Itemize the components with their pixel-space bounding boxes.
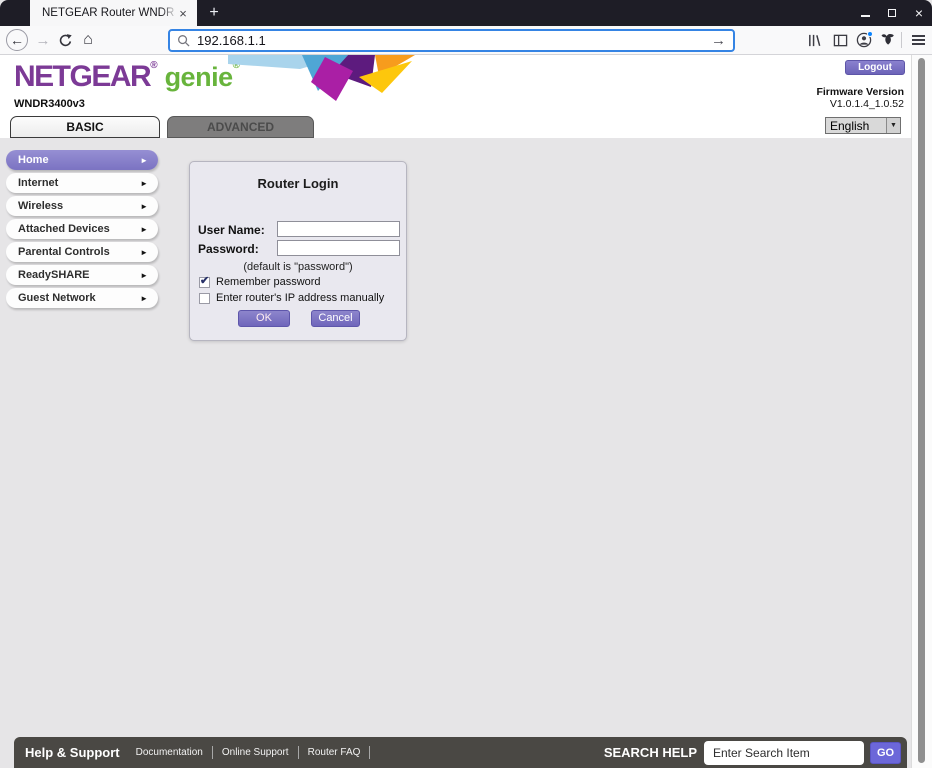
ok-button[interactable]: OK bbox=[238, 310, 290, 327]
browser-tab-bar: NETGEAR Router WNDR340 × + × bbox=[0, 0, 932, 26]
tab-title: NETGEAR Router WNDR340 bbox=[42, 7, 175, 19]
panel-title: Router Login bbox=[190, 176, 406, 191]
browser-tab[interactable]: NETGEAR Router WNDR340 × bbox=[30, 0, 197, 26]
minimize-icon[interactable] bbox=[858, 6, 872, 20]
arrow-right-icon: ► bbox=[140, 202, 148, 211]
sidebar-item-guest-network[interactable]: Guest Network ► bbox=[6, 288, 158, 308]
sidebar-item-home[interactable]: Home ► bbox=[6, 150, 158, 170]
sidebar-item-internet[interactable]: Internet ► bbox=[6, 173, 158, 193]
sidebar-toggle-icon[interactable] bbox=[829, 26, 851, 54]
link-router-faq[interactable]: Router FAQ bbox=[308, 747, 361, 758]
new-tab-button[interactable]: + bbox=[204, 3, 224, 23]
reload-icon[interactable] bbox=[55, 26, 75, 54]
footer-link-divider bbox=[212, 746, 213, 759]
forward-icon[interactable]: → bbox=[33, 26, 53, 54]
manual-ip-label: Enter router's IP address manually bbox=[216, 292, 384, 304]
remember-password-label: Remember password bbox=[216, 276, 321, 288]
firmware-info: Firmware Version V1.0.1.4_1.0.52 bbox=[816, 86, 904, 110]
account-icon[interactable] bbox=[853, 26, 875, 54]
header-decoration-triangles bbox=[228, 55, 418, 103]
maximize-icon[interactable] bbox=[885, 6, 899, 20]
back-button[interactable]: ← bbox=[5, 26, 29, 54]
tab-advanced[interactable]: ADVANCED bbox=[167, 116, 314, 138]
scrollbar-track[interactable] bbox=[911, 55, 932, 768]
browser-toolbar: ← → ⌂ 192.168.1.1 → bbox=[0, 26, 932, 55]
arrow-right-icon: ► bbox=[140, 179, 148, 188]
url-bar[interactable]: 192.168.1.1 → bbox=[168, 29, 735, 52]
go-button[interactable]: GO bbox=[870, 742, 901, 764]
logout-button[interactable]: Logout bbox=[845, 60, 905, 75]
link-online-support[interactable]: Online Support bbox=[222, 747, 289, 758]
cancel-button[interactable]: Cancel bbox=[311, 310, 360, 327]
arrow-right-icon: ► bbox=[140, 294, 148, 303]
sidebar-item-readyshare[interactable]: ReadySHARE ► bbox=[6, 265, 158, 285]
arrow-right-icon: ► bbox=[140, 271, 148, 280]
footer-links: Documentation Online Support Router FAQ bbox=[136, 746, 371, 759]
page-content: Home ► Internet ► Wireless ► Attached De… bbox=[0, 138, 911, 768]
scrollbar-thumb[interactable] bbox=[918, 58, 925, 763]
go-arrow-icon[interactable]: → bbox=[711, 32, 726, 49]
page-viewport: NETGEAR®genie® WNDR3400v3 Logout Firmwar… bbox=[0, 55, 911, 768]
mode-tab-row: BASIC ADVANCED English ▼ bbox=[0, 115, 911, 138]
netgear-logo-text: NETGEAR® bbox=[14, 60, 158, 93]
arrow-right-icon: ► bbox=[140, 156, 148, 165]
help-search-input[interactable] bbox=[704, 741, 864, 765]
library-icon[interactable] bbox=[803, 26, 825, 54]
sidebar-menu: Home ► Internet ► Wireless ► Attached De… bbox=[6, 150, 158, 308]
remember-password-checkbox[interactable]: ✔ bbox=[199, 277, 210, 288]
username-label: User Name: bbox=[198, 223, 265, 237]
account-notification-dot bbox=[867, 31, 873, 37]
home-icon[interactable]: ⌂ bbox=[78, 26, 98, 54]
search-help-label: SEARCH HELP bbox=[604, 745, 697, 760]
password-label: Password: bbox=[198, 242, 259, 256]
tab-close-icon[interactable]: × bbox=[175, 6, 191, 21]
netgear-genie-header: NETGEAR®genie® WNDR3400v3 Logout Firmwar… bbox=[0, 55, 911, 115]
sidebar-item-parental-controls[interactable]: Parental Controls ► bbox=[6, 242, 158, 262]
url-input[interactable]: 192.168.1.1 bbox=[197, 33, 711, 48]
username-field[interactable] bbox=[277, 221, 400, 237]
back-icon: ← bbox=[6, 29, 28, 51]
chevron-down-icon[interactable]: ▼ bbox=[886, 118, 900, 133]
menu-hamburger-icon[interactable] bbox=[906, 26, 930, 54]
remember-password-row: ✔ Remember password bbox=[199, 276, 321, 288]
password-field[interactable] bbox=[277, 240, 400, 256]
browser-window: NETGEAR Router WNDR340 × + × ← → ⌂ bbox=[0, 0, 932, 768]
link-documentation[interactable]: Documentation bbox=[136, 747, 203, 758]
manual-ip-checkbox[interactable] bbox=[199, 293, 210, 304]
language-selected-value: English bbox=[826, 118, 886, 133]
arrow-right-icon: ► bbox=[140, 248, 148, 257]
router-login-panel: Router Login User Name: Password: (defau… bbox=[189, 161, 407, 341]
language-select[interactable]: English ▼ bbox=[825, 117, 901, 134]
sidebar-item-wireless[interactable]: Wireless ► bbox=[6, 196, 158, 216]
firmware-label: Firmware Version bbox=[816, 86, 904, 98]
router-model: WNDR3400v3 bbox=[14, 98, 85, 110]
help-support-title: Help & Support bbox=[25, 745, 120, 760]
tab-basic[interactable]: BASIC bbox=[10, 116, 160, 138]
sidebar-item-attached-devices[interactable]: Attached Devices ► bbox=[6, 219, 158, 239]
tab-title-fade bbox=[161, 0, 177, 26]
logo: NETGEAR®genie® bbox=[14, 60, 240, 94]
check-icon: ✔ bbox=[200, 274, 209, 287]
window-controls: × bbox=[858, 0, 926, 26]
footer-link-divider bbox=[369, 746, 370, 759]
arrow-right-icon: ► bbox=[140, 225, 148, 234]
search-icon bbox=[177, 34, 190, 47]
manual-ip-row: Enter router's IP address manually bbox=[199, 292, 384, 304]
default-password-note: (default is "password") bbox=[190, 261, 406, 273]
window-close-icon[interactable]: × bbox=[912, 6, 926, 20]
toolbar-divider bbox=[901, 32, 902, 48]
firmware-version: V1.0.1.4_1.0.52 bbox=[816, 98, 904, 110]
help-footer: Help & Support Documentation Online Supp… bbox=[14, 737, 907, 768]
browser-logo-icon[interactable] bbox=[877, 26, 899, 54]
footer-link-divider bbox=[298, 746, 299, 759]
